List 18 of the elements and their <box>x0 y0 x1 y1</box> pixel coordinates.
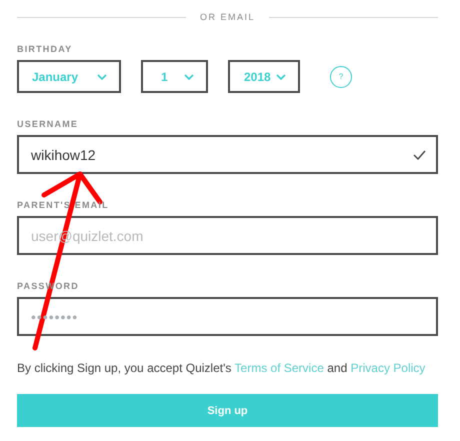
text-field[interactable]: wikihow12 <box>17 135 438 174</box>
terms-link[interactable]: Terms of Service <box>234 361 324 375</box>
chevron-down-icon <box>276 74 286 80</box>
chevron-down-icon <box>184 74 194 80</box>
divider-label: OR EMAIL <box>200 12 256 22</box>
date-select[interactable]: January <box>17 60 121 93</box>
help-button[interactable]: ? <box>330 66 352 88</box>
check-icon <box>413 150 426 160</box>
field-label: USERNAME <box>17 119 78 129</box>
sign-up-button[interactable]: Sign up <box>17 394 438 427</box>
date-select[interactable]: 1 <box>141 60 208 93</box>
privacy-link[interactable]: Privacy Policy <box>350 361 426 375</box>
terms-text: By clicking Sign up, you accept Quizlet's Terms of Service and Privacy Policy <box>17 361 426 375</box>
input-field[interactable]: wikihow12 <box>31 146 413 162</box>
field-label: PARENT'S EMAIL <box>17 200 109 210</box>
field-label: BIRTHDAY <box>17 44 72 54</box>
date-select[interactable]: 2018 <box>228 60 300 93</box>
chevron-down-icon <box>97 74 107 80</box>
